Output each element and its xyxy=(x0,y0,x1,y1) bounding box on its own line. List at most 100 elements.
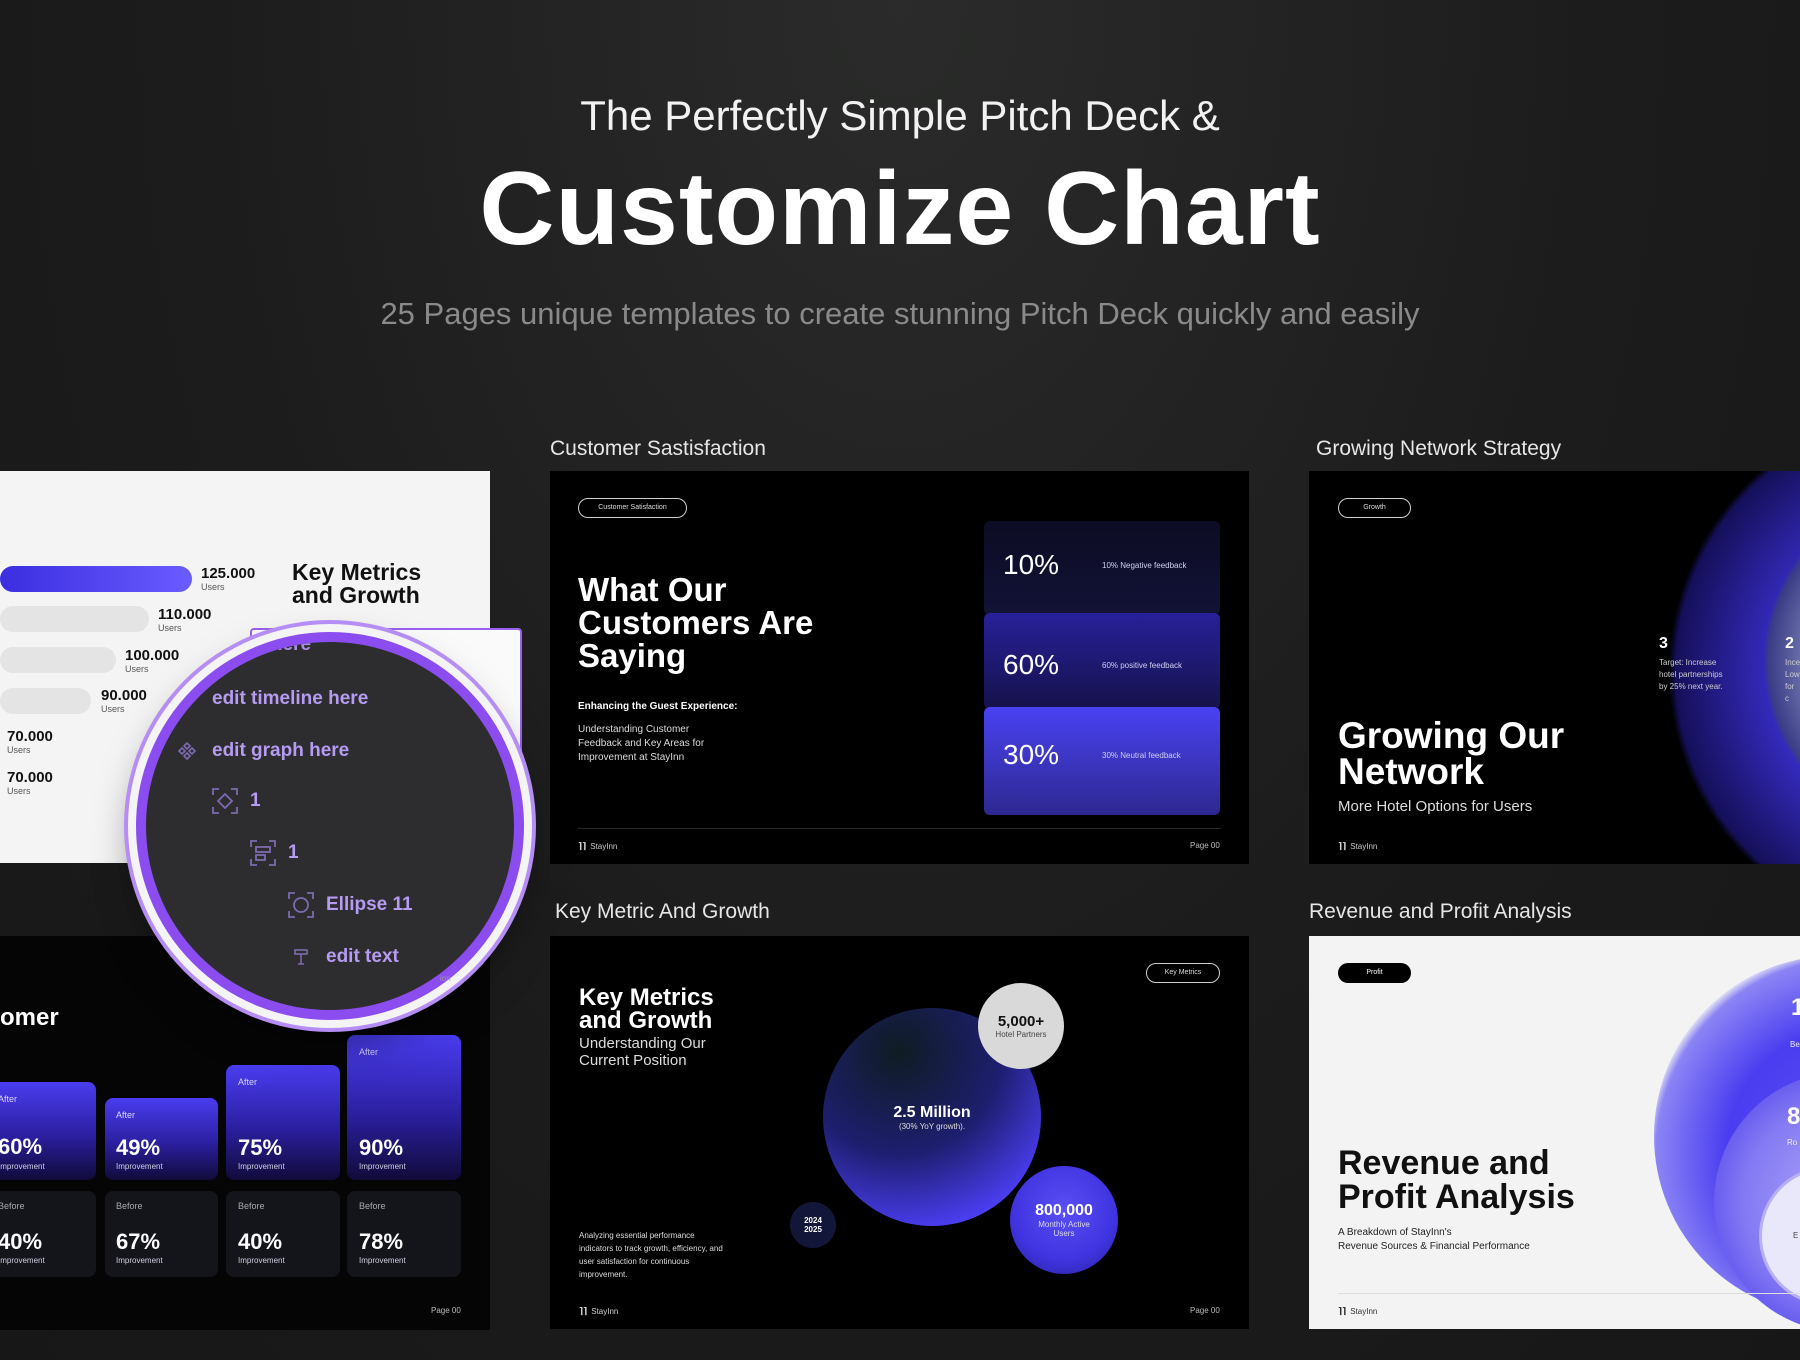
layer-item-ellipse[interactable]: Ellipse 11 xyxy=(288,892,413,918)
stat-1-number: 3 xyxy=(1659,635,1668,652)
before-pct: 78% xyxy=(359,1229,404,1254)
after-card-1: After 60% Improvement xyxy=(0,1082,96,1180)
before-card-1: Before 40% Improvement xyxy=(0,1191,96,1277)
after-pct: 60% xyxy=(0,1134,43,1159)
layer-item-frame[interactable]: 1 xyxy=(212,788,261,814)
text-line: A Breakdown of StayInn's xyxy=(1338,1227,1452,1238)
slide-customer-satisfaction[interactable]: Customer Satisfaction What Our Customers… xyxy=(550,471,1249,864)
slide-title: Key Metrics and Growth xyxy=(579,986,714,1034)
title-line: Saying xyxy=(578,637,687,674)
feedback-pct: 10% xyxy=(1003,549,1060,580)
tag-pill: Customer Satisfaction xyxy=(578,498,687,518)
feedback-pct: 30% xyxy=(1003,739,1060,770)
section-label-customer-satisfaction: Customer Sastisfaction xyxy=(550,437,766,460)
slide-title: What Our Customers Are Saying xyxy=(578,573,813,672)
feedback-label: 10% Negative feedback xyxy=(1102,561,1187,570)
feedback-neutral: 30% 30% Neutral feedback xyxy=(984,707,1220,815)
brand-name: StayInn xyxy=(1350,842,1378,851)
before-pct: 40% xyxy=(0,1229,43,1254)
bar-4-unit: Users xyxy=(101,704,125,714)
after-label: Improvement xyxy=(0,1162,45,1171)
after-tag: After xyxy=(0,1094,18,1104)
bar-5-unit: Users xyxy=(7,745,31,755)
stat-2-text: Ince Low for c xyxy=(1785,657,1800,705)
layer-item-text[interactable]: edit text xyxy=(288,944,399,970)
brand-logo: ⌉⌉ StayInn xyxy=(579,1306,618,1317)
bubble-value: 5,000+ xyxy=(997,1013,1045,1030)
slide-title: Growing Our Network xyxy=(1338,715,1565,790)
slide-title-line2: and Growth xyxy=(292,582,420,608)
title-line: Customers Are xyxy=(578,604,814,641)
before-tag: Before xyxy=(238,1201,265,1211)
slide-revenue[interactable]: 1 Be 8 Ro E Profit Revenue and Profit An… xyxy=(1309,936,1800,1329)
layer-item-graph[interactable]: edit graph here xyxy=(174,738,349,764)
description: Understanding Customer Feedback and Key … xyxy=(578,723,704,765)
before-card-4: Before 78% Improvement xyxy=(347,1191,461,1277)
brand-icon: ⌉⌉ xyxy=(579,1306,588,1316)
after-label: Improvement xyxy=(359,1162,406,1171)
bar-2-value: 110.000 xyxy=(158,606,212,623)
after-pct: 90% xyxy=(359,1135,404,1160)
slide-title: omer xyxy=(0,1004,59,1031)
edge-number-2: 8 xyxy=(1787,1103,1800,1130)
after-pct: 49% xyxy=(116,1135,161,1160)
text-line: indicators to track growth, efficiency, … xyxy=(579,1244,723,1253)
layer-label: 1 xyxy=(250,790,261,811)
text-line: Improvement at StayInn xyxy=(578,752,685,763)
component-icon xyxy=(174,738,200,764)
layer-label: edit timeline here xyxy=(212,688,369,709)
bar-4 xyxy=(0,688,91,714)
feedback-negative: 10% 10% Negative feedback xyxy=(984,521,1220,615)
feedback-label: 30% Neutral feedback xyxy=(1102,751,1181,760)
before-label: Improvement xyxy=(359,1256,406,1265)
tag-pill: Growth xyxy=(1338,498,1411,518)
hero-subtitle: The Perfectly Simple Pitch Deck & xyxy=(580,92,1220,139)
subtitle-bold: Enhancing the Guest Experience: xyxy=(578,701,738,712)
tag-pill: Profit xyxy=(1338,963,1411,983)
edge-number-1: 1 xyxy=(1791,994,1800,1021)
description: Analyzing essential performance indicato… xyxy=(579,1229,723,1281)
bubble-label: Hotel Partners xyxy=(995,1030,1047,1039)
bubble-years: 2024 2025 xyxy=(790,1202,836,1248)
hero-title: Customize Chart xyxy=(479,151,1321,267)
brand-icon: ⌉⌉ xyxy=(578,841,587,851)
edge-label-3: E xyxy=(1793,1231,1799,1240)
title-line: Growing Our xyxy=(1338,715,1565,756)
ellipse-icon xyxy=(288,892,314,918)
layer-label: Ellipse 11 xyxy=(326,894,413,915)
before-label: Improvement xyxy=(116,1256,163,1265)
bubble-label: Users xyxy=(1053,1229,1075,1238)
bar-2 xyxy=(0,606,149,632)
slide-title-line1: Key Metrics xyxy=(292,559,422,585)
brand-logo: ⌉⌉ StayInn xyxy=(578,841,617,852)
after-tag: After xyxy=(116,1110,136,1120)
layer-label: edit text xyxy=(326,946,399,967)
slide-subtitle: More Hotel Options for Users xyxy=(1338,798,1533,815)
bar-6-value: 70.000 xyxy=(7,769,53,786)
edge-label-2: Ro xyxy=(1787,1138,1798,1147)
slide-key-metrics[interactable]: Key Metrics Key Metrics and Growth Under… xyxy=(550,936,1249,1329)
sub-line: Understanding Our xyxy=(579,1035,706,1052)
layer-item-timeline[interactable]: edit timeline here xyxy=(212,688,368,710)
slide-growing-network[interactable]: Growth 3 Target: Increase hotel partners… xyxy=(1309,471,1800,864)
after-tag: After xyxy=(359,1047,379,1057)
title-line: and Growth xyxy=(579,1007,713,1034)
bar-6-unit: Users xyxy=(7,786,31,796)
slide-title: Revenue and Profit Analysis xyxy=(1338,1146,1575,1214)
title-line: What Our xyxy=(578,571,727,608)
layer-item-autolayout[interactable]: 1 xyxy=(250,840,299,866)
bubble-value: 2.5 Million xyxy=(893,1103,971,1121)
before-label: Improvement xyxy=(0,1256,45,1265)
text-line: Understanding Customer xyxy=(578,724,690,735)
text-line: Analyzing essential performance xyxy=(579,1231,695,1240)
text-line: improvement. xyxy=(579,1270,628,1279)
tag-pill: Key Metrics xyxy=(1146,963,1220,983)
title-line: Revenue and xyxy=(1338,1144,1550,1182)
brand-icon: ⌉⌉ xyxy=(1338,841,1347,851)
after-label: Improvement xyxy=(238,1162,285,1171)
layer-label: edit graph here xyxy=(212,740,350,761)
auto-layout-icon xyxy=(250,840,276,866)
bar-5-value: 70.000 xyxy=(7,728,53,745)
section-label-revenue: Revenue and Profit Analysis xyxy=(1309,900,1572,923)
bar-1 xyxy=(0,566,192,592)
